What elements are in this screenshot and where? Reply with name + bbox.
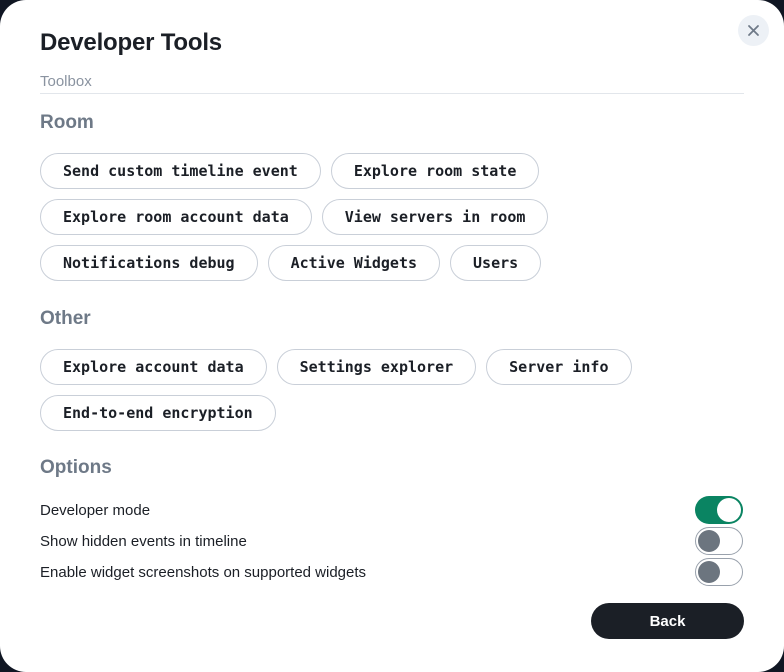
- section-heading-room: Room: [40, 113, 744, 133]
- options-list: Developer mode Show hidden events in tim…: [40, 496, 744, 586]
- room-button-group: Send custom timeline event Explore room …: [40, 153, 744, 281]
- tool-button-explore-account-data[interactable]: Explore account data: [40, 349, 267, 385]
- tool-button-end-to-end-encryption[interactable]: End-to-end encryption: [40, 395, 276, 431]
- tool-button-notifications-debug[interactable]: Notifications debug: [40, 245, 258, 281]
- option-row-widget-screenshots: Enable widget screenshots on supported w…: [40, 558, 744, 586]
- close-icon: [747, 24, 760, 37]
- option-label: Developer mode: [40, 502, 695, 519]
- tool-button-explore-room-account-data[interactable]: Explore room account data: [40, 199, 312, 235]
- section-heading-other: Other: [40, 309, 744, 329]
- toggle-show-hidden-events[interactable]: [695, 527, 743, 555]
- section-heading-options: Options: [40, 458, 744, 478]
- other-button-group: Explore account data Settings explorer S…: [40, 349, 744, 431]
- tool-button-users[interactable]: Users: [450, 245, 541, 281]
- toggle-knob: [698, 530, 720, 552]
- tool-button-server-info[interactable]: Server info: [486, 349, 631, 385]
- dialog-footer: Back: [40, 603, 744, 639]
- toggle-knob: [717, 498, 741, 522]
- tool-button-view-servers-in-room[interactable]: View servers in room: [322, 199, 549, 235]
- toggle-widget-screenshots[interactable]: [695, 558, 743, 586]
- toggle-knob: [698, 561, 720, 583]
- tool-button-send-custom-timeline-event[interactable]: Send custom timeline event: [40, 153, 321, 189]
- option-label: Enable widget screenshots on supported w…: [40, 564, 695, 581]
- tool-button-settings-explorer[interactable]: Settings explorer: [277, 349, 477, 385]
- option-label: Show hidden events in timeline: [40, 533, 695, 550]
- developer-tools-dialog: Developer Tools Toolbox Room Send custom…: [0, 0, 784, 672]
- option-row-show-hidden-events: Show hidden events in timeline: [40, 527, 744, 555]
- dialog-subtitle: Toolbox: [40, 72, 744, 94]
- dialog-title: Developer Tools: [40, 30, 744, 56]
- toggle-developer-mode[interactable]: [695, 496, 743, 524]
- tool-button-explore-room-state[interactable]: Explore room state: [331, 153, 540, 189]
- tool-button-active-widgets[interactable]: Active Widgets: [268, 245, 440, 281]
- close-button[interactable]: [738, 15, 769, 46]
- back-button[interactable]: Back: [591, 603, 744, 639]
- option-row-developer-mode: Developer mode: [40, 496, 744, 524]
